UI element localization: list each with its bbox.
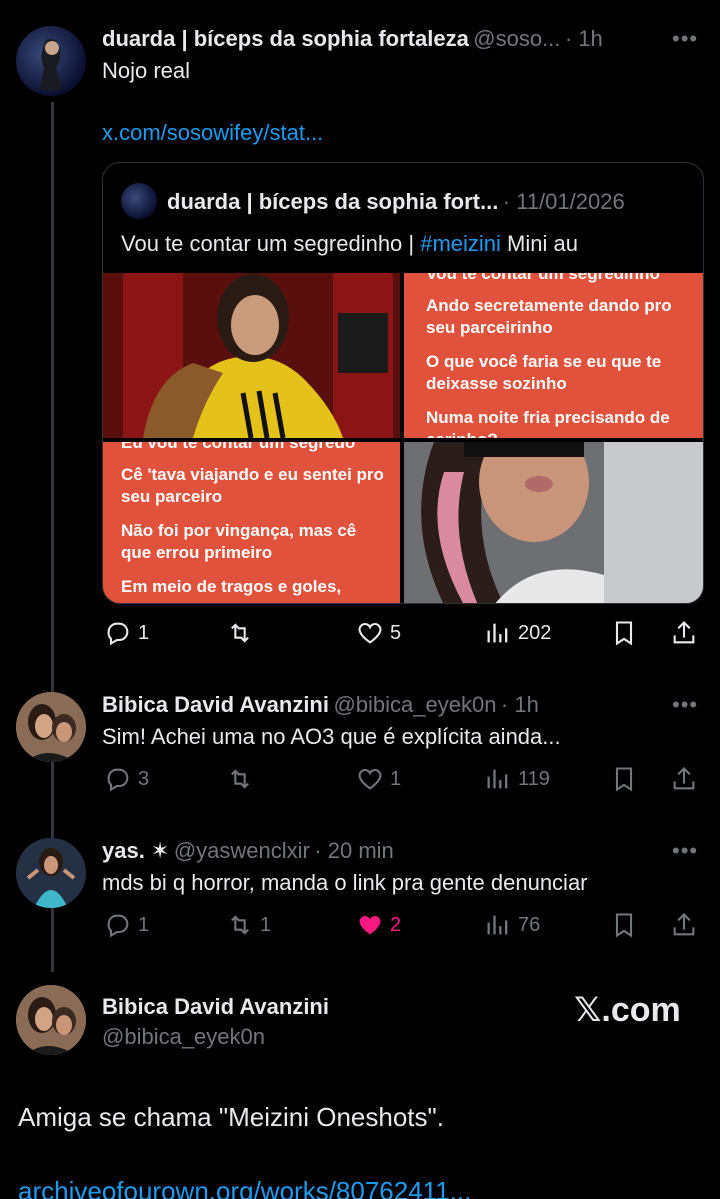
media-grid: Vou te contar um segredinho Ando secreta…	[103, 273, 703, 603]
repost-button[interactable]	[226, 618, 260, 648]
card-cut-line: Vou te contar um segredinho	[426, 273, 660, 283]
main-post-link[interactable]: archiveofourown.org/works/80762411...	[18, 1176, 471, 1199]
views-icon	[487, 915, 508, 935]
avatar[interactable]	[16, 838, 86, 908]
heart-icon	[358, 768, 382, 790]
repost-icon	[231, 623, 249, 643]
quote-header: duarda | bíceps da sophia fort... · 11/0…	[167, 189, 625, 215]
bookmark-button[interactable]	[610, 910, 638, 940]
repost-button[interactable]: 1	[226, 910, 271, 940]
media-text-card-2[interactable]: Eu vou te contar um segredo Cê 'tava via…	[103, 442, 400, 603]
reply-icon	[107, 622, 129, 646]
reply-count: 1	[138, 621, 150, 644]
quote-display-name: duarda | bíceps da sophia fort...	[167, 189, 499, 214]
card-line: Cê 'tava viajando e eu sentei pro seu pa…	[121, 465, 384, 506]
media-text-card-1[interactable]: Vou te contar um segredinho Ando secreta…	[404, 273, 703, 438]
bookmark-icon	[615, 621, 633, 646]
share-button[interactable]	[670, 618, 698, 648]
display-name[interactable]: yas. ✶	[102, 838, 169, 863]
post-actions: 1 1 2 76	[104, 910, 704, 940]
quote-text-a: Vou te contar um segredinho |	[121, 231, 421, 256]
avatar[interactable]	[16, 985, 86, 1055]
display-name[interactable]: duarda | bíceps da sophia fortaleza	[102, 26, 469, 51]
user-handle[interactable]: @soso...	[473, 26, 560, 51]
card-line: Em meio de tragos e goles,	[121, 577, 342, 596]
views-button[interactable]: 119	[484, 764, 550, 794]
like-button[interactable]: 2	[356, 910, 401, 940]
post-header: yas. ✶ @yaswenclxir · 20 min	[102, 838, 394, 864]
reply-button[interactable]: 3	[104, 764, 149, 794]
bookmark-button[interactable]	[610, 764, 638, 794]
bookmark-icon	[615, 913, 633, 938]
repost-icon	[231, 915, 249, 935]
views-button[interactable]: 76	[484, 910, 540, 940]
display-name[interactable]: Bibica David Avanzini	[102, 692, 329, 717]
heart-filled-icon	[359, 916, 381, 935]
quote-text-b: Mini au	[500, 231, 578, 256]
heart-icon	[358, 622, 382, 644]
avatar[interactable]	[16, 26, 86, 96]
reply-button[interactable]: 1	[104, 618, 149, 648]
x-logo: 𝕏.com	[574, 991, 681, 1029]
share-button[interactable]	[670, 910, 698, 940]
views-button[interactable]: 202	[484, 618, 551, 648]
post-text: mds bi q horror, manda o link pra gente …	[102, 870, 588, 895]
quote-date: · 11/01/2026	[502, 189, 625, 214]
repost-count: 1	[260, 913, 272, 936]
views-icon	[487, 623, 508, 643]
quote-text: Vou te contar um segredinho | #meizini M…	[121, 231, 578, 257]
user-handle[interactable]: @bibica_eyek0n	[333, 692, 496, 717]
quote-avatar	[121, 183, 157, 219]
reply-count: 1	[138, 913, 150, 936]
timestamp[interactable]: · 1h	[501, 692, 539, 717]
card-line: Não foi por vingança, mas cê que errou p…	[121, 521, 357, 562]
display-name[interactable]: Bibica David Avanzini	[102, 994, 329, 1020]
more-options-icon[interactable]: •••	[672, 26, 698, 52]
view-count: 202	[518, 621, 552, 644]
share-icon	[673, 621, 695, 644]
like-count: 2	[390, 913, 402, 936]
card-line: Ando secretamente dando pro seu parceiri…	[426, 296, 672, 337]
main-post-text: Amiga se chama "Meizini Oneshots".	[18, 1102, 444, 1132]
view-count: 76	[518, 913, 541, 936]
reply-button[interactable]: 1	[104, 910, 149, 940]
post-actions: 3 1 119	[104, 764, 704, 794]
timestamp[interactable]: · 20 min	[314, 838, 393, 863]
post-text: Sim! Achei uma no AO3 que é explícita ai…	[102, 724, 561, 749]
user-handle[interactable]: @yaswenclxir	[174, 838, 310, 863]
reply-icon	[107, 914, 129, 938]
reply-icon	[107, 768, 129, 792]
like-button[interactable]: 1	[356, 764, 401, 794]
quoted-post[interactable]: duarda | bíceps da sophia fort... · 11/0…	[102, 162, 704, 604]
more-options-icon[interactable]: •••	[672, 692, 698, 718]
bookmark-button[interactable]	[610, 618, 638, 648]
post-link[interactable]: x.com/sosowifey/stat...	[102, 120, 323, 146]
post-text: Nojo real	[102, 58, 191, 83]
share-icon	[673, 913, 695, 936]
repost-button[interactable]	[226, 764, 260, 794]
like-count: 1	[390, 767, 402, 790]
like-count: 5	[390, 621, 402, 644]
card-cut-line: Eu vou te contar um segredo	[121, 442, 356, 452]
repost-icon	[231, 769, 249, 789]
hashtag-link[interactable]: #meizini	[420, 231, 501, 256]
reply-count: 3	[138, 767, 150, 790]
avatar[interactable]	[16, 692, 86, 762]
bookmark-icon	[615, 767, 633, 792]
share-icon	[673, 767, 695, 790]
card-line: O que você faria se eu que te deixasse s…	[426, 352, 662, 393]
media-photo-2[interactable]	[404, 442, 703, 603]
view-count: 119	[518, 767, 550, 790]
post-header: duarda | bíceps da sophia fortaleza @sos…	[102, 26, 603, 52]
share-button[interactable]	[670, 764, 698, 794]
post-header: Bibica David Avanzini @bibica_eyek0n · 1…	[102, 692, 539, 718]
card-line: Numa noite fria precisando de carinho?	[426, 408, 670, 438]
timestamp[interactable]: · 1h	[565, 26, 603, 51]
media-photo-1[interactable]	[103, 273, 400, 438]
views-icon	[487, 769, 508, 789]
user-handle[interactable]: @bibica_eyek0n	[102, 1024, 265, 1050]
like-button[interactable]: 5	[356, 618, 401, 648]
post-actions: 1 5 202	[104, 618, 704, 648]
more-options-icon[interactable]: •••	[672, 838, 698, 864]
